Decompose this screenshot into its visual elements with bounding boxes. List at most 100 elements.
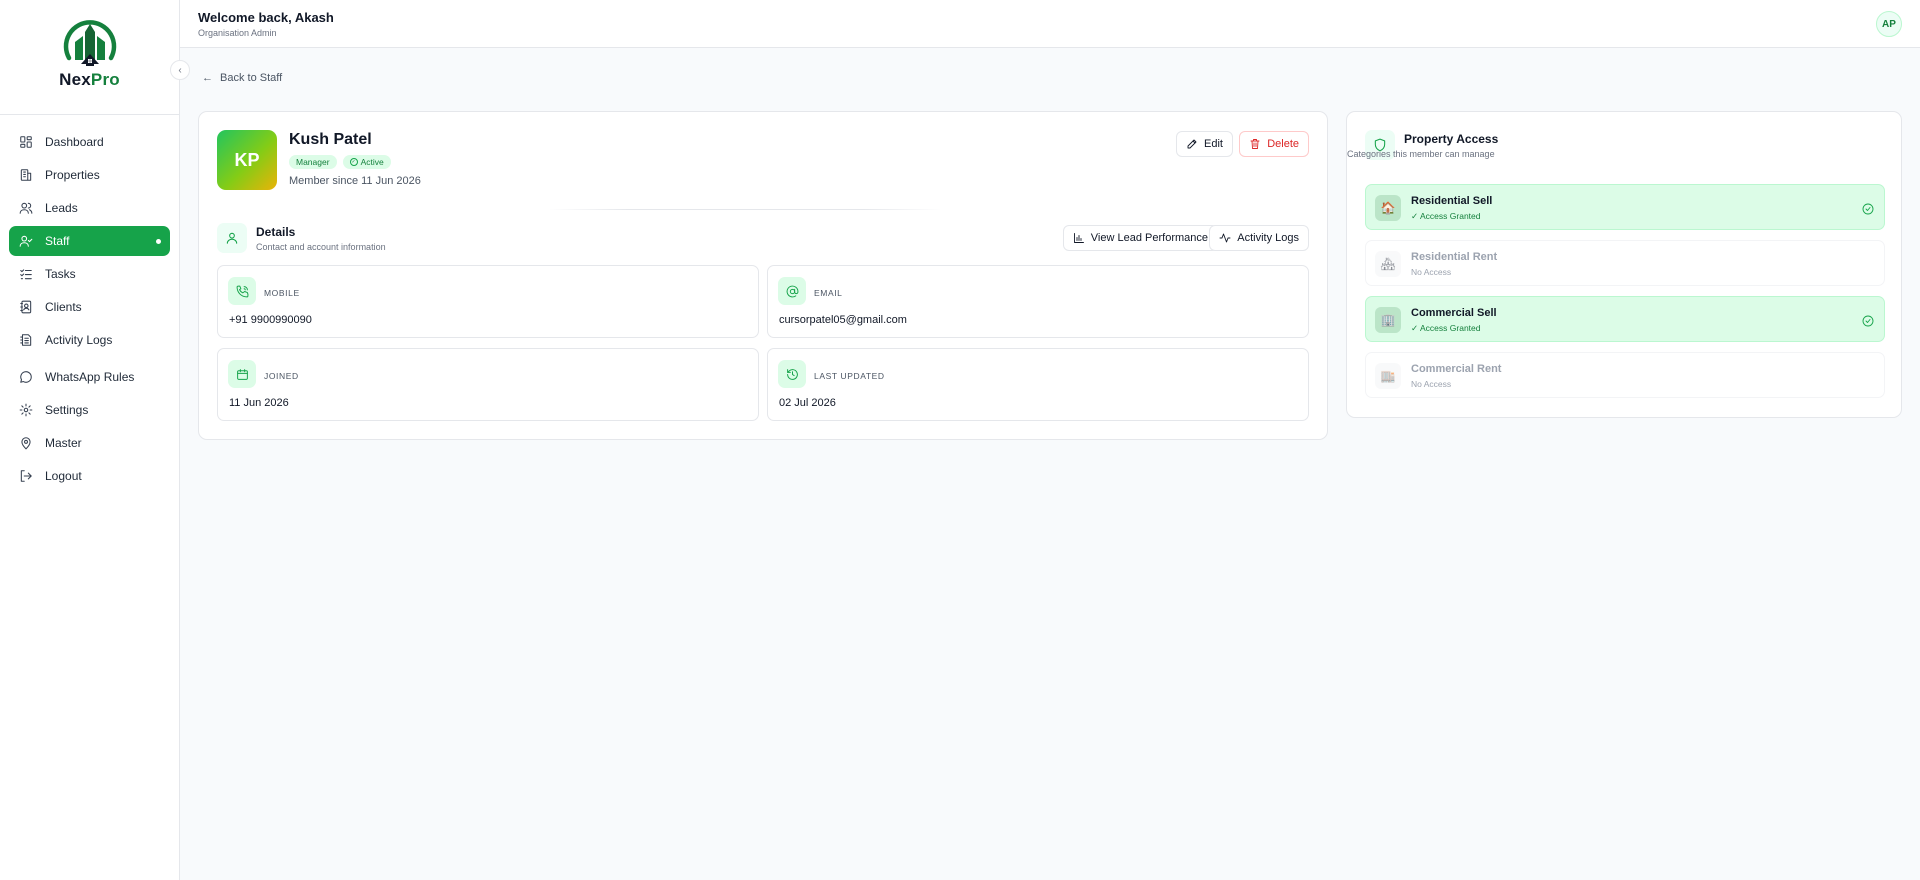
sidebar-item-activity-logs[interactable]: Activity Logs xyxy=(9,325,170,355)
sidebar-item-tasks[interactable]: Tasks xyxy=(9,259,170,289)
history-icon xyxy=(778,360,806,388)
logo-area: NexPro xyxy=(0,0,179,115)
sidebar-item-settings[interactable]: Settings xyxy=(9,395,170,425)
sidebar-item-label: Activity Logs xyxy=(45,333,113,347)
sidebar-item-staff[interactable]: Staff xyxy=(9,226,170,256)
sidebar-item-label: WhatsApp Rules xyxy=(45,370,135,384)
phone-icon xyxy=(228,277,256,305)
trash-icon xyxy=(1250,139,1260,149)
check-circle-icon xyxy=(1862,314,1874,327)
sidebar-item-label: Properties xyxy=(45,168,100,182)
access-row-status: ✓ Access Granted xyxy=(1411,211,1481,221)
sidebar-item-logout[interactable]: Logout xyxy=(9,461,170,491)
last-updated-field: LAST UPDATED 02 Jul 2026 xyxy=(767,348,1309,421)
gear-icon xyxy=(19,403,33,417)
list-checks-icon xyxy=(19,267,33,281)
collapse-sidebar-button[interactable]: ‹ xyxy=(170,60,190,80)
message-circle-icon xyxy=(19,370,33,384)
welcome-text: Welcome back, Akash xyxy=(198,10,334,25)
activity-logs-button[interactable]: Activity Logs xyxy=(1209,225,1309,251)
chevron-left-icon: ‹ xyxy=(178,64,182,76)
section-divider xyxy=(549,209,942,210)
logo-text-nex: Nex xyxy=(59,70,91,89)
access-row-name: Commercial Sell xyxy=(1411,307,1497,319)
office-building-icon: 🏬 xyxy=(1375,363,1401,389)
dashboard-icon xyxy=(19,135,33,149)
access-row-residential-sell[interactable]: 🏠 Residential Sell ✓ Access Granted xyxy=(1365,184,1885,230)
logs-icon xyxy=(19,333,33,347)
top-bar: Welcome back, Akash Organisation Admin A… xyxy=(180,0,1920,48)
view-lead-performance-label: View Lead Performance xyxy=(1090,232,1208,244)
sidebar-item-label: Settings xyxy=(45,403,89,417)
user-check-icon xyxy=(19,234,33,248)
view-lead-performance-button[interactable]: View Lead Performance xyxy=(1062,225,1218,251)
access-row-name: Commercial Rent xyxy=(1411,363,1502,375)
joined-value: 11 Jun 2026 xyxy=(229,397,289,409)
pencil-icon xyxy=(1187,139,1197,149)
logo-mark-icon xyxy=(63,20,116,66)
users-icon xyxy=(19,201,33,215)
staff-badges: Manager ✓ Active xyxy=(289,155,391,169)
property-access-card: Property Access Categories this member c… xyxy=(1346,111,1902,418)
arrow-left-icon: ← xyxy=(202,72,213,84)
edit-button[interactable]: Edit xyxy=(1176,131,1233,157)
access-row-commercial-rent[interactable]: 🏬 Commercial Rent No Access xyxy=(1365,352,1885,398)
sidebar-item-label: Leads xyxy=(45,201,78,215)
email-label: EMAIL xyxy=(814,288,843,298)
sidebar-item-master[interactable]: Master xyxy=(9,428,170,458)
sidebar-item-clients[interactable]: Clients xyxy=(9,292,170,322)
sidebar-item-dashboard[interactable]: Dashboard xyxy=(9,127,170,157)
mobile-label: MOBILE xyxy=(264,288,300,298)
role-badge-label: Manager xyxy=(296,157,330,167)
sidebar-item-label: Logout xyxy=(45,469,82,483)
check-circle-icon: ✓ xyxy=(349,158,358,166)
email-field: EMAIL cursorpatel05@gmail.com xyxy=(767,265,1309,338)
bar-chart-icon xyxy=(1073,233,1084,243)
user-icon xyxy=(217,223,247,253)
sidebar-item-label: Master xyxy=(45,436,82,450)
calendar-icon xyxy=(228,360,256,388)
member-since: Member since 11 Jun 2026 xyxy=(289,175,421,187)
house-icon: 🏘 xyxy=(1375,251,1401,277)
access-row-commercial-sell[interactable]: 🏢 Commercial Sell ✓ Access Granted xyxy=(1365,296,1885,342)
sidebar-item-properties[interactable]: Properties xyxy=(9,160,170,190)
sidebar-nav: Dashboard Properties Leads Staff Tasks C… xyxy=(0,115,179,491)
sidebar-item-label: Clients xyxy=(45,300,82,314)
building-icon xyxy=(19,168,33,182)
delete-button[interactable]: Delete xyxy=(1239,131,1309,157)
access-row-name: Residential Sell xyxy=(1411,195,1493,207)
activity-icon xyxy=(1219,233,1231,243)
active-indicator-dot xyxy=(156,238,161,244)
at-sign-icon xyxy=(778,277,806,305)
house-icon: 🏠 xyxy=(1375,195,1401,221)
sidebar-item-label: Staff xyxy=(45,234,70,248)
access-row-status: ✓ Access Granted xyxy=(1411,323,1481,333)
activity-logs-label: Activity Logs xyxy=(1237,232,1299,244)
joined-label: JOINED xyxy=(264,371,299,381)
logout-icon xyxy=(19,469,33,483)
role-badge: Manager xyxy=(289,155,337,169)
map-pin-icon xyxy=(19,436,33,450)
sidebar-item-leads[interactable]: Leads xyxy=(9,193,170,223)
mobile-field: MOBILE +91 9900990090 xyxy=(217,265,759,338)
status-badge-label: Active xyxy=(360,157,384,167)
access-row-status: No Access xyxy=(1411,379,1452,389)
property-access-title: Property Access xyxy=(1404,132,1499,146)
back-to-staff-link[interactable]: ← Back to Staff xyxy=(202,72,282,84)
sidebar-item-label: Tasks xyxy=(45,267,76,281)
nexpro-logo[interactable]: NexPro xyxy=(48,14,132,100)
back-link-label: Back to Staff xyxy=(220,72,283,84)
details-title: Details xyxy=(256,225,296,239)
check-circle-icon xyxy=(1862,202,1874,215)
details-subtitle: Contact and account information xyxy=(256,242,386,252)
contact-book-icon xyxy=(19,300,33,314)
access-row-residential-rent[interactable]: 🏘 Residential Rent No Access xyxy=(1365,240,1885,286)
last-updated-value: 02 Jul 2026 xyxy=(779,397,836,409)
staff-name: Kush Patel xyxy=(289,131,372,148)
sidebar-item-whatsapp-rules[interactable]: WhatsApp Rules xyxy=(9,362,170,392)
edit-button-label: Edit xyxy=(1204,138,1223,150)
property-access-subtitle: Categories this member can manage xyxy=(1347,149,1495,159)
user-avatar[interactable]: AP xyxy=(1876,11,1902,37)
office-building-icon: 🏢 xyxy=(1375,307,1401,333)
sidebar: NexPro ‹ Dashboard Properties Leads Staf… xyxy=(0,0,190,880)
